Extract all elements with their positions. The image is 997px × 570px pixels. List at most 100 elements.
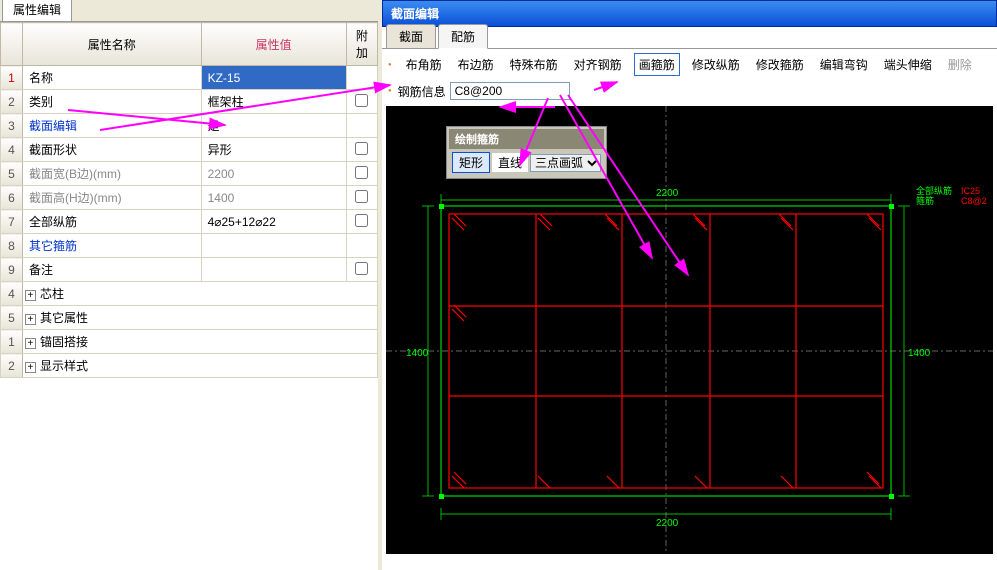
table-row[interactable]: 1名称KZ-15 bbox=[1, 66, 378, 90]
group-row[interactable]: +芯柱 bbox=[22, 282, 377, 306]
row-name: 截面编辑 bbox=[22, 114, 201, 138]
extra-checkbox[interactable] bbox=[355, 190, 368, 203]
btn-draw-stirrup[interactable]: 画箍筋 bbox=[634, 53, 680, 76]
table-row[interactable]: 5+其它属性 bbox=[1, 306, 378, 330]
draw-stirrup-panel[interactable]: 绘制箍筋 矩形 直线 三点画弧 bbox=[446, 126, 607, 179]
extra-checkbox[interactable] bbox=[355, 166, 368, 179]
property-table: 属性名称 属性值 附加 1名称KZ-152类别框架柱3截面编辑是4截面形状异形5… bbox=[0, 22, 378, 378]
row-extra[interactable] bbox=[346, 186, 377, 210]
left-tabs: 属性编辑 bbox=[0, 0, 378, 22]
btn-edit-hook[interactable]: 编辑弯钩 bbox=[816, 54, 872, 75]
row-value[interactable]: 2200 bbox=[201, 162, 346, 186]
steel-info-row: ● 钢筋信息 bbox=[382, 80, 997, 106]
btn-corner-rebar[interactable]: 布角筋 bbox=[402, 54, 446, 75]
btn-draw-rect[interactable]: 矩形 bbox=[452, 152, 490, 173]
table-row[interactable]: 6截面高(H边)(mm)1400 bbox=[1, 186, 378, 210]
row-name: 类别 bbox=[22, 90, 201, 114]
row-name: 截面高(H边)(mm) bbox=[22, 186, 201, 210]
row-value[interactable]: 1400 bbox=[201, 186, 346, 210]
extra-checkbox[interactable] bbox=[355, 94, 368, 107]
table-row[interactable]: 4截面形状异形 bbox=[1, 138, 378, 162]
row-value[interactable] bbox=[201, 234, 346, 258]
row-name: 备注 bbox=[22, 258, 201, 282]
row-name: 其它箍筋 bbox=[22, 234, 201, 258]
row-index: 4 bbox=[1, 138, 23, 162]
row-extra[interactable] bbox=[346, 258, 377, 282]
legend-val2: C8@2 bbox=[961, 196, 987, 206]
table-row[interactable]: 9备注 bbox=[1, 258, 378, 282]
row-extra[interactable] bbox=[346, 162, 377, 186]
table-row[interactable]: 3截面编辑是 bbox=[1, 114, 378, 138]
row-extra[interactable] bbox=[346, 66, 377, 90]
row-extra[interactable] bbox=[346, 234, 377, 258]
col-value-header: 属性值 bbox=[201, 23, 346, 66]
dot-icon: ● bbox=[388, 88, 392, 94]
select-arc-mode[interactable]: 三点画弧 bbox=[530, 154, 601, 172]
row-index: 7 bbox=[1, 210, 23, 234]
table-row[interactable]: 8其它箍筋 bbox=[1, 234, 378, 258]
row-name: 名称 bbox=[22, 66, 201, 90]
col-idx-header bbox=[1, 23, 23, 66]
table-row[interactable]: 1+锚固搭接 bbox=[1, 330, 378, 354]
property-panel: 属性编辑 属性名称 属性值 附加 1名称KZ-152类别框架柱3截面编辑是4截面… bbox=[0, 0, 378, 570]
row-index: 5 bbox=[1, 162, 23, 186]
row-index: 1 bbox=[1, 66, 23, 90]
table-row[interactable]: 2类别框架柱 bbox=[1, 90, 378, 114]
group-row[interactable]: +锚固搭接 bbox=[22, 330, 377, 354]
table-row[interactable]: 5截面宽(B边)(mm)2200 bbox=[1, 162, 378, 186]
legend-stir: 箍筋 bbox=[916, 195, 934, 206]
group-row[interactable]: +其它属性 bbox=[22, 306, 377, 330]
row-index: 6 bbox=[1, 186, 23, 210]
row-index: 4 bbox=[1, 282, 23, 306]
dim-height-right: 1400 bbox=[908, 348, 931, 359]
expand-icon[interactable]: + bbox=[25, 314, 36, 325]
row-extra[interactable] bbox=[346, 138, 377, 162]
extra-checkbox[interactable] bbox=[355, 214, 368, 227]
row-index: 1 bbox=[1, 330, 23, 354]
table-row[interactable]: 7全部纵筋4⌀25+12⌀22 bbox=[1, 210, 378, 234]
draw-panel-title: 绘制箍筋 bbox=[449, 129, 604, 149]
row-index: 8 bbox=[1, 234, 23, 258]
row-index: 2 bbox=[1, 354, 23, 378]
table-row[interactable]: 4+芯柱 bbox=[1, 282, 378, 306]
dim-width-bottom: 2200 bbox=[656, 518, 679, 529]
btn-modify-vertical[interactable]: 修改纵筋 bbox=[688, 54, 744, 75]
table-row[interactable]: 2+显示样式 bbox=[1, 354, 378, 378]
tab-reinforcement[interactable]: 配筋 bbox=[438, 24, 488, 49]
btn-edge-rebar[interactable]: 布边筋 bbox=[454, 54, 498, 75]
row-value[interactable]: 是 bbox=[201, 114, 346, 138]
section-tabs: 截面 配筋 bbox=[382, 27, 997, 49]
btn-modify-stirrup[interactable]: 修改箍筋 bbox=[752, 54, 808, 75]
row-extra[interactable] bbox=[346, 114, 377, 138]
steel-info-input[interactable] bbox=[450, 82, 570, 100]
col-extra-header: 附加 bbox=[346, 23, 377, 66]
btn-special-rebar[interactable]: 特殊布筋 bbox=[506, 54, 562, 75]
section-editor-title: 截面编辑 bbox=[382, 0, 997, 27]
btn-delete[interactable]: 删除 bbox=[944, 54, 976, 75]
steel-info-label: 钢筋信息 bbox=[398, 83, 446, 100]
row-value[interactable]: 4⌀25+12⌀22 bbox=[201, 210, 346, 234]
expand-icon[interactable]: + bbox=[25, 290, 36, 301]
row-extra[interactable] bbox=[346, 210, 377, 234]
row-index: 2 bbox=[1, 90, 23, 114]
expand-icon[interactable]: + bbox=[25, 362, 36, 373]
btn-end-extend[interactable]: 端头伸缩 bbox=[880, 54, 936, 75]
tab-section[interactable]: 截面 bbox=[386, 24, 436, 49]
col-name-header: 属性名称 bbox=[22, 23, 201, 66]
row-extra[interactable] bbox=[346, 90, 377, 114]
drawing-canvas[interactable]: 绘制箍筋 矩形 直线 三点画弧 bbox=[386, 106, 993, 554]
extra-checkbox[interactable] bbox=[355, 262, 368, 275]
rebar-toolbar: ● 布角筋 布边筋 特殊布筋 对齐钢筋 画箍筋 修改纵筋 修改箍筋 编辑弯钩 端… bbox=[382, 49, 997, 80]
row-value[interactable]: 异形 bbox=[201, 138, 346, 162]
btn-draw-line[interactable]: 直线 bbox=[492, 153, 528, 172]
btn-align-rebar[interactable]: 对齐钢筋 bbox=[570, 54, 626, 75]
group-row[interactable]: +显示样式 bbox=[22, 354, 377, 378]
expand-icon[interactable]: + bbox=[25, 338, 36, 349]
legend-vert: 全部纵筋 bbox=[916, 185, 952, 196]
row-value[interactable] bbox=[201, 258, 346, 282]
tab-property-edit[interactable]: 属性编辑 bbox=[2, 0, 72, 21]
section-editor-panel: 截面编辑 截面 配筋 ● 布角筋 布边筋 特殊布筋 对齐钢筋 画箍筋 修改纵筋 … bbox=[382, 0, 997, 570]
row-value[interactable]: KZ-15 bbox=[201, 66, 346, 90]
row-value[interactable]: 框架柱 bbox=[201, 90, 346, 114]
extra-checkbox[interactable] bbox=[355, 142, 368, 155]
